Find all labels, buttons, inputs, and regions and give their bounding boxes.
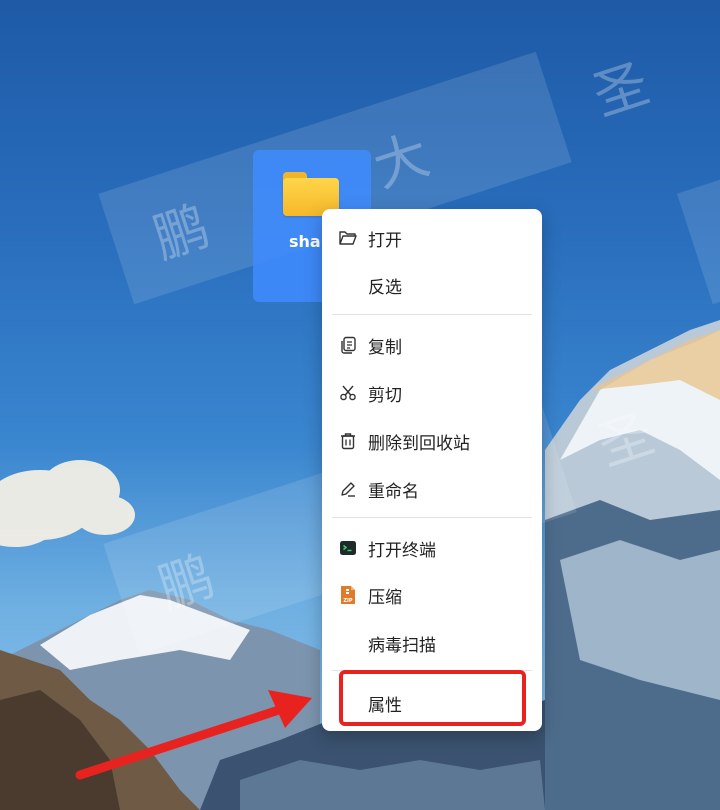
menu-item-label: 打开: [368, 230, 402, 251]
menu-item-rename[interactable]: 重命名: [322, 469, 542, 509]
zip-icon: ZIP: [338, 585, 358, 605]
menu-item-open[interactable]: 打开: [322, 218, 542, 258]
terminal-icon: [338, 538, 358, 558]
menu-item-label: 打开终端: [368, 540, 436, 561]
highlight-box: [339, 670, 526, 726]
menu-item-label: 重命名: [368, 481, 419, 502]
menu-item-invert-selection[interactable]: 反选: [322, 265, 542, 305]
scissors-icon: [338, 383, 358, 403]
menu-item-label: 复制: [368, 337, 402, 358]
svg-text:ZIP: ZIP: [343, 598, 352, 604]
folder-open-icon: [338, 228, 358, 248]
menu-item-compress[interactable]: ZIP 压缩: [322, 575, 542, 615]
menu-item-label: 剪切: [368, 385, 402, 406]
menu-item-label: 病毒扫描: [368, 635, 436, 656]
menu-item-open-terminal[interactable]: 打开终端: [322, 528, 542, 568]
menu-divider: [332, 314, 532, 315]
menu-item-cut[interactable]: 剪切: [322, 373, 542, 413]
menu-item-virus-scan[interactable]: 病毒扫描: [322, 623, 542, 663]
menu-item-label: 反选: [368, 277, 402, 298]
trash-icon: [338, 431, 358, 451]
context-menu: 打开 反选 复制 剪切 删除到回收站 重命名 打开终端 ZIP 压缩 病毒扫描 …: [322, 209, 542, 731]
rename-pen-icon: [338, 479, 358, 499]
menu-divider: [332, 517, 532, 518]
menu-item-label: 压缩: [368, 587, 402, 608]
menu-item-label: 删除到回收站: [368, 433, 470, 454]
menu-item-move-to-trash[interactable]: 删除到回收站: [322, 421, 542, 461]
menu-item-copy[interactable]: 复制: [322, 325, 542, 365]
copy-icon: [338, 335, 358, 355]
